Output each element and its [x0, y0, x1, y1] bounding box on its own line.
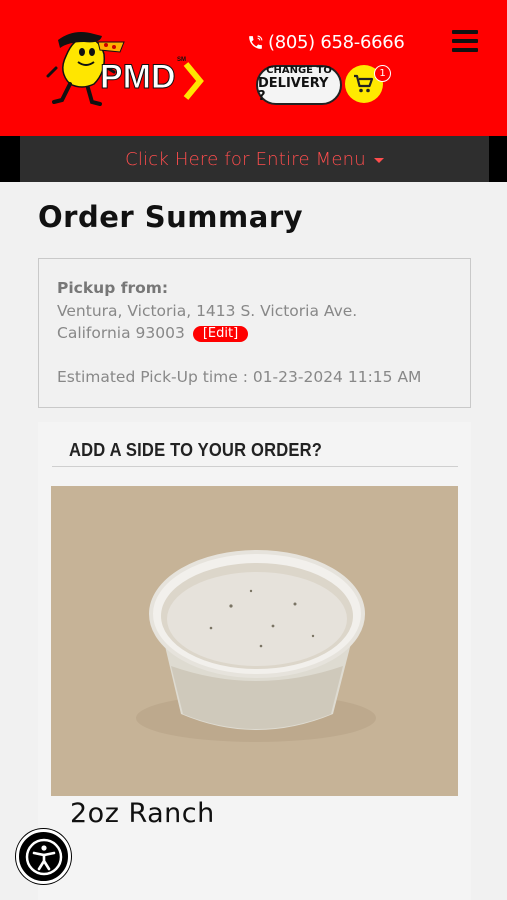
add-side-heading-text: ADD A SIDE TO YOUR ORDER?: [69, 440, 323, 460]
entire-menu-dropdown[interactable]: Click Here for Entire Menu: [20, 136, 489, 182]
accessibility-icon: [25, 838, 62, 875]
pmd-logo-graphic: PMD SM: [46, 32, 204, 106]
pickup-address-line1: Ventura, Victoria, 1413 S. Victoria Ave.: [57, 301, 358, 320]
add-side-heading: ADD A SIDE TO YOUR ORDER?: [52, 438, 458, 467]
phone-link[interactable]: (805) 658-6666: [247, 32, 405, 53]
side-item-name: 2oz Ranch: [70, 798, 215, 829]
caret-down-icon: [373, 158, 384, 163]
estimated-pickup-time: Estimated Pick-Up time : 01-23-2024 11:1…: [57, 367, 422, 386]
phone-icon: [249, 35, 263, 49]
hamburger-line: [452, 39, 478, 43]
ranch-product-image[interactable]: [51, 486, 458, 796]
phone-number: (805) 658-6666: [268, 32, 405, 53]
page-title: Order Summary: [38, 200, 304, 234]
logo-mark-text: SM: [177, 57, 186, 63]
hamburger-line: [452, 30, 478, 34]
cart-icon: [354, 74, 374, 93]
pickup-info-box: Pickup from: Ventura, Victoria, 1413 S. …: [38, 258, 471, 408]
hamburger-line: [452, 48, 478, 52]
ranch-cup-graphic: [51, 486, 458, 796]
entire-menu-label: Click Here for Entire Menu: [125, 148, 366, 170]
cart-count-badge: 1: [374, 65, 391, 82]
delivery-button-line2: DELIVERY ?: [258, 75, 329, 105]
pickup-address-line2-row: California 93003 [Edit]: [57, 322, 452, 345]
accessibility-button[interactable]: [16, 829, 71, 884]
edit-pickup-button[interactable]: [Edit]: [192, 326, 249, 342]
pickup-address-line2: California 93003: [57, 324, 185, 342]
site-header: PMD SM (805) 658-6666 CHANGE TO DELIVERY…: [0, 0, 507, 136]
change-to-delivery-button[interactable]: CHANGE TO DELIVERY ?: [256, 65, 342, 105]
pickup-label: Pickup from:: [57, 279, 169, 297]
hamburger-menu-icon[interactable]: [452, 30, 478, 52]
logo-brand-text: PMD: [100, 58, 176, 96]
pmd-logo[interactable]: PMD SM: [44, 28, 214, 110]
